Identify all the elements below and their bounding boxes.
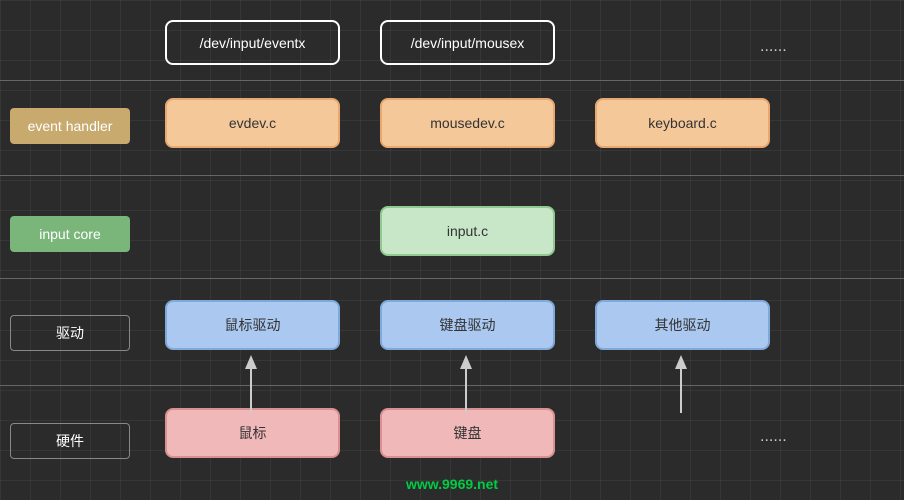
box-evdev: evdev.c — [165, 98, 340, 148]
box-keyboard-hw: 键盘 — [380, 408, 555, 458]
box-keyboard-driver: 键盘驱动 — [380, 300, 555, 350]
row-label-hardware: 硬件 — [10, 423, 130, 459]
divider-line-2 — [0, 175, 904, 176]
row-label-event-handler: event handler — [10, 108, 130, 144]
device-file-mousex: /dev/input/mousex — [380, 20, 555, 65]
box-other-driver: 其他驱动 — [595, 300, 770, 350]
divider-line-1 — [0, 80, 904, 81]
row-label-input-core: input core — [10, 216, 130, 252]
device-file-ellipsis: ...... — [760, 38, 787, 56]
device-file-eventx: /dev/input/eventx — [165, 20, 340, 65]
divider-line-3 — [0, 278, 904, 279]
arrow-col3 — [674, 355, 688, 413]
box-keyboard: keyboard.c — [595, 98, 770, 148]
box-input-c: input.c — [380, 206, 555, 256]
diagram-container: event handler input core 驱动 硬件 /dev/inpu… — [0, 0, 904, 500]
arrow-col2 — [459, 355, 473, 413]
hardware-ellipsis: ...... — [760, 428, 787, 446]
divider-line-4 — [0, 385, 904, 386]
watermark: www.9969.net — [406, 476, 498, 492]
box-mousedev: mousedev.c — [380, 98, 555, 148]
box-mouse-hw: 鼠标 — [165, 408, 340, 458]
row-label-driver: 驱动 — [10, 315, 130, 351]
box-mouse-driver: 鼠标驱动 — [165, 300, 340, 350]
arrow-col1 — [244, 355, 258, 413]
